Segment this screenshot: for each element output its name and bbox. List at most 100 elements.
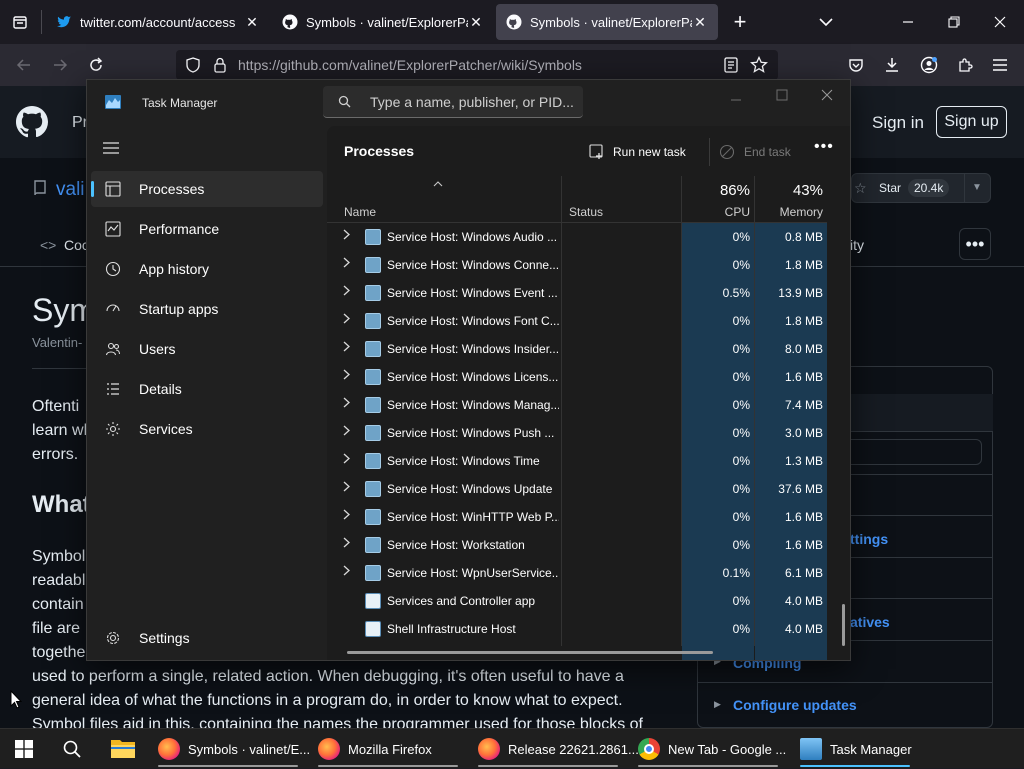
nav-app-history[interactable]: App history [91, 251, 323, 287]
new-tab-button[interactable]: + [728, 9, 752, 34]
windows-start-icon[interactable] [15, 740, 33, 763]
app-menu-hamburger-icon[interactable] [988, 53, 1012, 77]
expand-chevron-icon[interactable] [343, 453, 353, 467]
sort-up-arrow-icon[interactable] [433, 178, 443, 190]
taskbar-item-firefox-symbols[interactable]: Symbols · valinet/E... [158, 729, 310, 769]
downloads-icon[interactable] [880, 53, 904, 77]
process-row[interactable]: Service Host: WpnUserService... 0.1% 6.1 M… [327, 559, 827, 587]
sign-in-link[interactable]: Sign in [872, 113, 924, 133]
run-new-task-button[interactable]: Run new task [589, 136, 699, 168]
browser-tab-symbols-active[interactable]: Symbols · valinet/ExplorerPatcher ✕ [496, 4, 718, 40]
close-window-button[interactable] [988, 10, 1012, 34]
taskbar-item-mozilla-firefox[interactable]: Mozilla Firefox [318, 729, 432, 769]
browser-tab-twitter[interactable]: twitter.com/account/access ✕ [46, 4, 270, 40]
search-icon[interactable] [62, 739, 82, 764]
bookmark-star-icon[interactable] [750, 55, 768, 79]
expand-chevron-icon[interactable] [343, 369, 353, 383]
extensions-puzzle-icon[interactable] [953, 53, 977, 77]
taskbar-item-task-manager[interactable]: Task Manager [800, 729, 912, 769]
minimize-window-button[interactable] [896, 10, 920, 34]
task-manager-title: Task Manager [142, 96, 218, 110]
firefox-view-icon[interactable] [8, 10, 32, 34]
chevron-right-icon[interactable]: ▶ [714, 699, 721, 710]
browser-tab-symbols-1[interactable]: Symbols · valinet/ExplorerPatcher ✕ [272, 4, 494, 40]
taskbar-item-chrome[interactable]: New Tab - Google ... [638, 729, 786, 769]
sidebar-link-configure-updates[interactable]: Configure updates [733, 697, 857, 713]
github-logo-icon[interactable] [16, 106, 48, 143]
sign-up-button[interactable]: Sign up [936, 106, 1007, 138]
close-button[interactable] [821, 88, 833, 106]
cpu-total-percent[interactable]: 86% [682, 182, 750, 199]
expand-chevron-icon[interactable] [343, 509, 353, 523]
forward-arrow-icon[interactable] [48, 53, 72, 77]
column-header-cpu[interactable]: CPU [682, 205, 750, 219]
process-row[interactable]: Services and Controller app 0% 4.0 MB [327, 587, 827, 615]
horizontal-scrollbar-thumb[interactable] [347, 651, 713, 654]
expand-chevron-icon[interactable] [343, 313, 353, 327]
vertical-scrollbar-thumb[interactable] [842, 604, 845, 646]
expand-chevron-icon[interactable] [343, 229, 353, 243]
maximize-button[interactable] [776, 88, 788, 106]
process-row[interactable]: Service Host: Windows Conne... 0% 1.8 MB [327, 251, 827, 279]
close-tab-icon[interactable]: ✕ [468, 14, 484, 31]
account-avatar-icon[interactable] [917, 53, 941, 77]
hamburger-menu-icon[interactable] [103, 141, 119, 159]
reader-view-icon[interactable] [724, 57, 738, 78]
more-options-icon[interactable]: ••• [814, 138, 834, 156]
column-header-memory[interactable]: Memory [755, 205, 823, 219]
expand-chevron-icon[interactable] [343, 481, 353, 495]
end-task-button[interactable]: End task [719, 136, 805, 168]
close-tab-icon[interactable]: ✕ [244, 14, 260, 31]
process-row[interactable]: Shell Infrastructure Host 0% 4.0 MB [327, 615, 827, 643]
more-options-kebab-icon[interactable]: ••• [959, 228, 991, 260]
url-bar[interactable]: https://github.com/valinet/ExplorerPatch… [176, 50, 778, 80]
find-page-input[interactable] [840, 439, 982, 465]
star-button[interactable]: ☆ Star 20.4k ▼ [851, 173, 991, 203]
chevron-down-icon[interactable]: ▼ [972, 182, 982, 193]
process-row[interactable]: Service Host: WinHTTP Web P... 0% 1.6 MB [327, 503, 827, 531]
sidebar-link-settings-fragment[interactable]: ttings [850, 531, 888, 547]
process-row[interactable]: Service Host: Windows Event ... 0.5% 13.9 … [327, 279, 827, 307]
process-search-box[interactable]: Type a name, publisher, or PID... [323, 86, 583, 118]
list-all-tabs-icon[interactable] [814, 10, 838, 34]
process-row[interactable]: Service Host: Windows Manag... 0% 7.4 MB [327, 391, 827, 419]
lock-icon[interactable] [214, 57, 226, 78]
pocket-icon[interactable] [844, 53, 868, 77]
nav-details[interactable]: Details [91, 371, 323, 407]
close-tab-icon[interactable]: ✕ [692, 14, 708, 31]
expand-chevron-icon[interactable] [343, 537, 353, 551]
back-arrow-icon[interactable] [12, 53, 36, 77]
expand-chevron-icon[interactable] [343, 397, 353, 411]
process-row[interactable]: Service Host: Windows Time 0% 1.3 MB [327, 447, 827, 475]
process-row[interactable]: Service Host: Windows Audio ... 0% 0.8 MB [327, 223, 827, 251]
nav-users[interactable]: Users [91, 331, 323, 367]
memory-total-percent[interactable]: 43% [755, 182, 823, 199]
expand-chevron-icon[interactable] [343, 257, 353, 271]
expand-chevron-icon[interactable] [343, 341, 353, 355]
process-row[interactable]: Service Host: Windows Update 0% 37.6 MB [327, 475, 827, 503]
column-header-name[interactable]: Name [344, 205, 376, 219]
expand-chevron-icon[interactable] [343, 285, 353, 299]
process-row[interactable]: Service Host: Windows Font C... 0% 1.8 MB [327, 307, 827, 335]
nav-settings[interactable]: Settings [91, 620, 323, 656]
process-row[interactable]: Service Host: Workstation 0% 1.6 MB [327, 531, 827, 559]
expand-chevron-icon[interactable] [343, 565, 353, 579]
minimize-button[interactable] [730, 93, 742, 111]
taskbar-item-firefox-release[interactable]: Release 22621.2861.... [478, 729, 642, 769]
tracking-protection-shield-icon[interactable] [186, 57, 200, 78]
restore-window-button[interactable] [942, 10, 966, 34]
repo-owner-link[interactable]: vali [56, 179, 85, 201]
nav-processes[interactable]: Processes [91, 171, 323, 207]
process-row[interactable]: Service Host: Windows Push ... 0% 3.0 MB [327, 419, 827, 447]
process-row[interactable]: Service Host: Windows Insider... 0% 8.0 MB [327, 335, 827, 363]
sidebar-link-alternatives-fragment[interactable]: atives [850, 614, 890, 630]
nav-performance[interactable]: Performance [91, 211, 323, 247]
nav-startup-apps[interactable]: Startup apps [91, 291, 323, 327]
column-header-status[interactable]: Status [569, 205, 603, 219]
process-row[interactable]: Service Host: Windows Licens... 0% 1.6 MB [327, 363, 827, 391]
reload-icon[interactable] [84, 53, 108, 77]
file-explorer-icon[interactable] [110, 737, 136, 764]
expand-chevron-icon[interactable] [343, 425, 353, 439]
nav-services[interactable]: Services [91, 411, 323, 447]
activity-tab-fragment[interactable]: ity [850, 237, 864, 253]
